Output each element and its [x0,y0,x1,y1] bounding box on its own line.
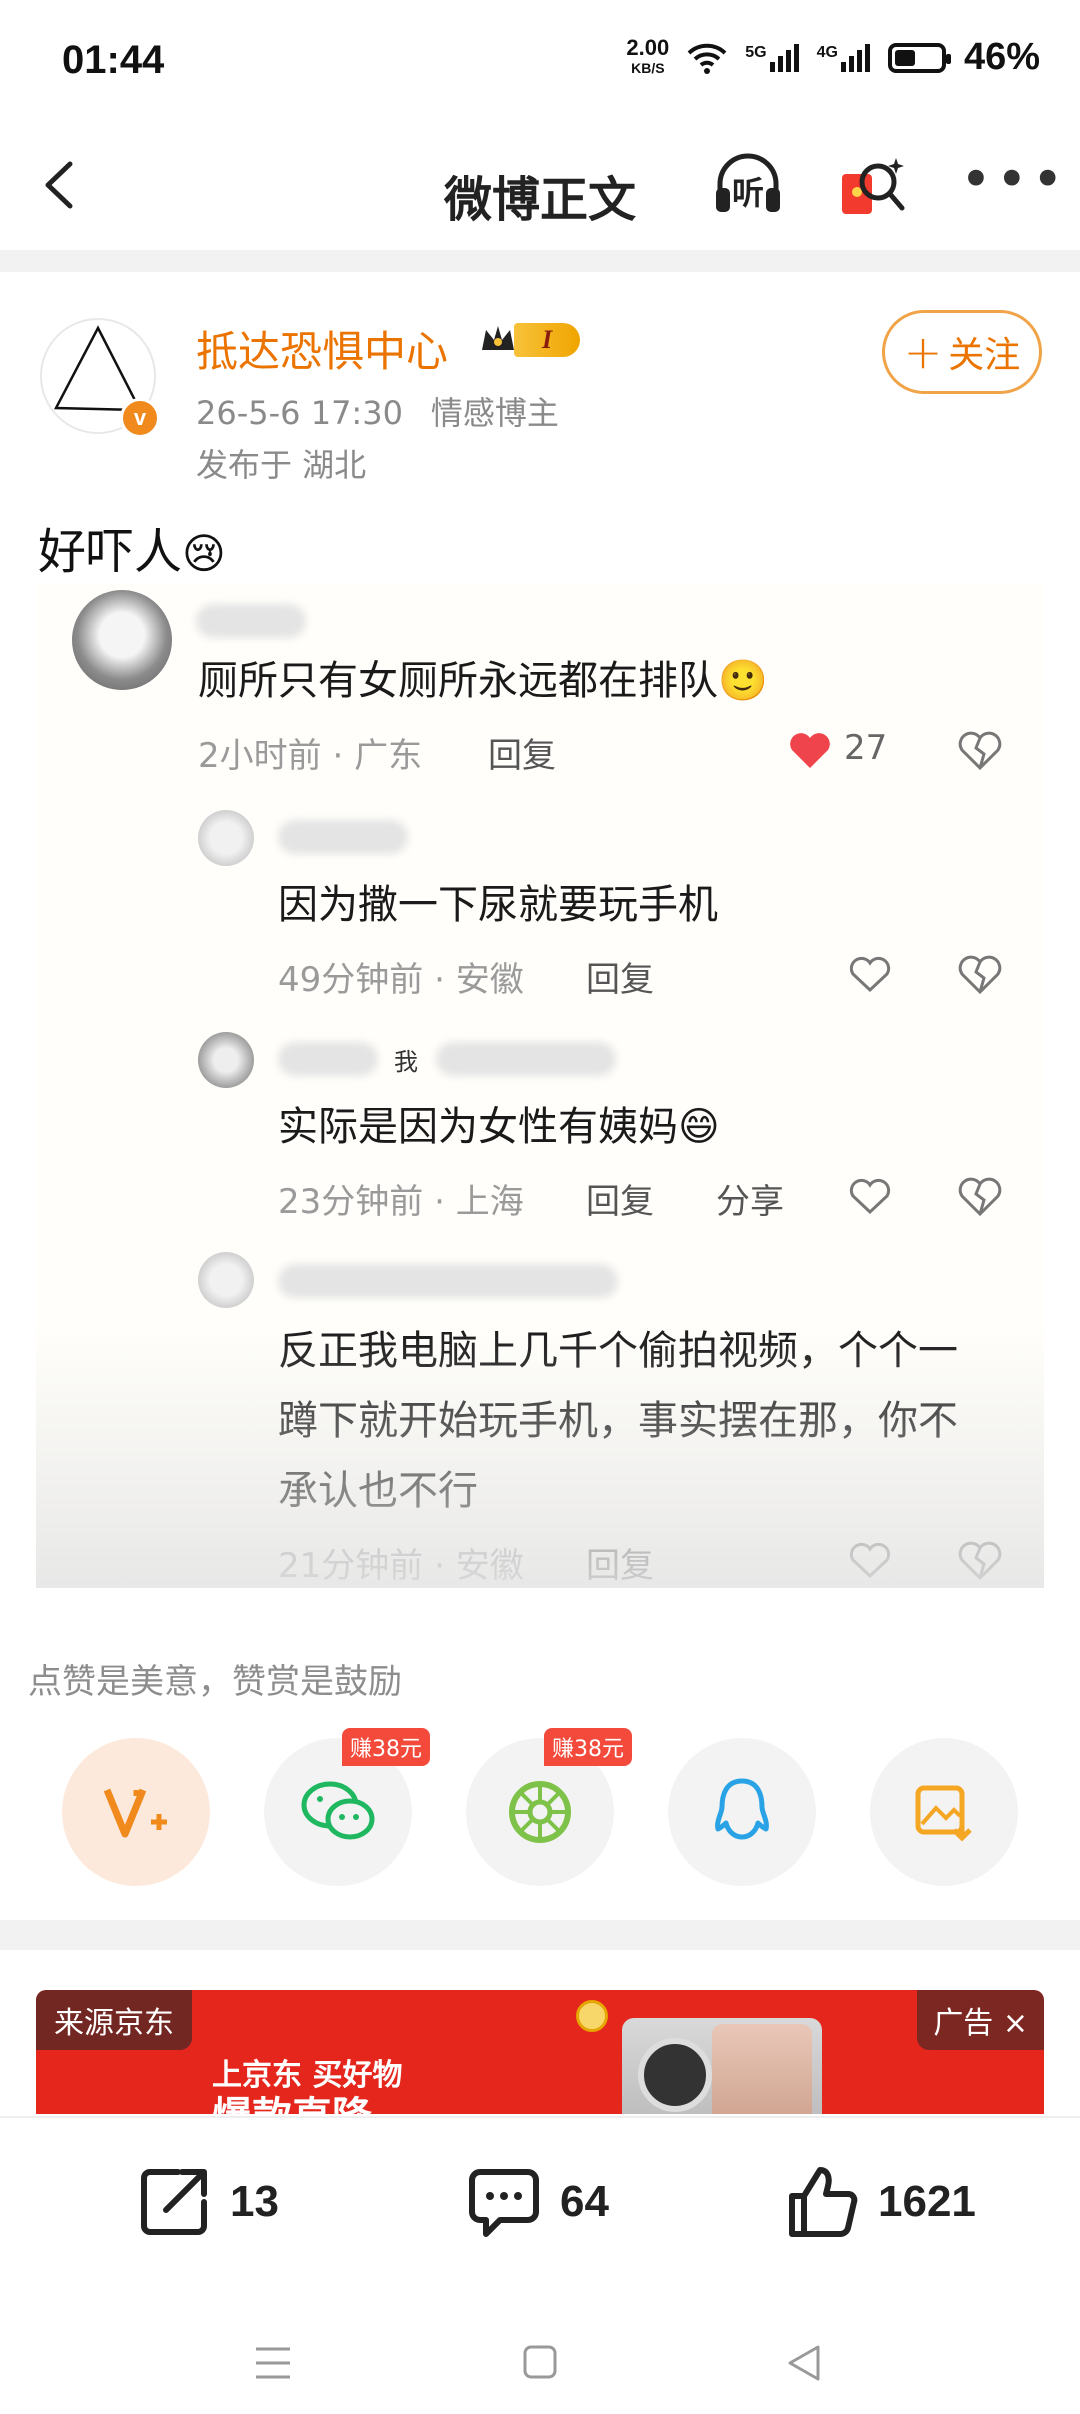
member-level-badge: I [478,320,580,360]
broken-heart-icon [958,1177,1002,1216]
save-image-icon [915,1785,972,1842]
reply-avatar [198,1252,254,1308]
blurred-username [436,1042,616,1076]
reward-button[interactable] [62,1738,210,1886]
blurred-username [278,1042,378,1076]
comment-meta: 49分钟前 · 安徽 [278,960,524,1000]
post-image[interactable]: 厕所只有女厕所永远都在排队🙂 2小时前 · 广东 回复 27 因为撒一下尿就要玩… [36,584,1044,1588]
ad-phone-image [622,2018,822,2114]
crying-emoji: 😢 [182,529,226,578]
comment-meta: 21分钟前 · 安徽 [278,1546,524,1586]
ad-close-button[interactable]: 广告 × [917,1990,1044,2050]
comment-text: 实际是因为女性有姨妈😄 [278,1104,720,1150]
share-moments-button[interactable]: 赚38元 [466,1728,632,1886]
listen-button[interactable]: 听 [712,152,782,222]
thumbs-up-icon [789,2167,858,2237]
coin-icon [576,2000,608,2032]
net-speed: 2.00 KB/S [626,34,670,76]
author-role: 情感博主 [430,394,559,432]
blurred-username [196,604,306,638]
heart-outline-icon [849,956,891,993]
share-link: 分享 [716,1182,784,1222]
comment-text-line: 承认也不行 [278,1468,478,1514]
broken-heart-icon [958,955,1002,994]
back-icon[interactable] [786,2344,822,2382]
ad-source-label: 来源京东 [36,1990,192,2050]
heart-outline-icon [849,1542,891,1579]
red-packet-search-icon[interactable] [838,152,908,222]
wifi-icon [687,43,727,74]
battery-percent: 46% [963,36,1040,78]
moments-icon [509,1781,571,1843]
crown-icon [482,326,514,350]
vplus-icon [103,1788,167,1838]
section-divider [0,1920,1080,1950]
share-row: 赚38元 赚38元 [0,1728,1080,1888]
earn-badge: 赚38元 [342,1728,430,1766]
wechat-icon [301,1781,375,1840]
like-count: 27 [844,728,888,768]
bottom-action-bar: 13 64 1621 [0,2116,1080,2288]
post-location: 发布于 湖北 [196,446,367,484]
repost-count: 13 [230,2177,279,2226]
section-divider [0,250,1080,272]
clock: 01:44 [62,38,165,82]
heart-filled-icon [790,733,830,768]
blurred-username [278,1264,618,1298]
ad-headline: 爆款直降 [212,2084,372,2114]
like-button[interactable]: 1621 [784,2164,976,2240]
reply-link: 回复 [586,1546,654,1586]
follow-button[interactable]: + 关注 [882,310,1042,394]
post-meta: 26-5-6 17:30 情感博主 [196,388,587,434]
broken-heart-icon [958,731,1002,770]
comment-text: 厕所只有女厕所永远都在排队🙂 [198,658,768,704]
level-tag: I [514,323,580,357]
page-title: 微博正文 [443,172,636,228]
comment-icon [469,2169,539,2237]
more-options-icon[interactable]: ••• [960,153,1068,207]
heart-outline-icon [849,1178,891,1215]
author-name[interactable]: 抵达恐惧中心 [196,318,448,379]
reply-to-tag: 我 [394,1048,418,1076]
reply-avatar [198,810,254,866]
comment-meta: 23分钟前 · 上海 [278,1182,524,1222]
comment-text-line: 蹲下就开始玩手机，事实摆在那，你不 [278,1398,958,1444]
comment-button[interactable]: 64 [466,2164,609,2240]
reply-link: 回复 [488,736,556,776]
reply-link: 回复 [586,960,654,1000]
comment-avatar [72,590,172,690]
repost-icon [141,2169,207,2235]
blurred-username [278,820,408,854]
comment-text-line: 反正我电脑上几千个偷拍视频，个个一 [278,1328,958,1374]
verified-badge: v [120,398,160,438]
system-nav-bar [0,2286,1080,2414]
home-icon[interactable] [522,2344,558,2380]
plus-icon: + [903,325,943,379]
post-date: 26-5-6 17:30 [196,394,403,432]
earn-badge: 赚38元 [544,1728,632,1766]
comment-meta: 2小时前 · 广东 [198,736,423,776]
repost-button[interactable]: 13 [136,2164,279,2240]
comment-count: 64 [560,2177,609,2226]
share-wechat-button[interactable]: 赚38元 [264,1728,430,1886]
reply-link: 回复 [586,1182,654,1222]
share-qq-button[interactable] [668,1738,816,1886]
signal-5g-icon: 5G [745,43,799,72]
reward-hint: 点赞是美意，赞赏是鼓励 [28,1662,402,1702]
save-image-button[interactable] [870,1738,1018,1886]
like-count: 1621 [878,2177,976,2226]
ad-banner[interactable]: 来源京东 广告 × 上京东 买好物 爆款直降 [36,1990,1044,2114]
comment-text: 因为撒一下尿就要玩手机 [278,882,718,928]
status-icons: 2.00 KB/S 5G 4G 46% [626,36,1040,79]
battery-icon [887,42,951,73]
menu-icon[interactable] [254,2346,292,2380]
reply-avatar [198,1032,254,1088]
post-text: 好吓人😢 [38,524,226,580]
top-nav: 微博正文 听 ••• [0,120,1080,250]
broken-heart-icon [958,1541,1002,1580]
qq-icon [715,1778,769,1840]
status-bar: 01:44 2.00 KB/S 5G 4G 46% [0,0,1080,120]
signal-4g-icon: 4G [817,43,870,72]
